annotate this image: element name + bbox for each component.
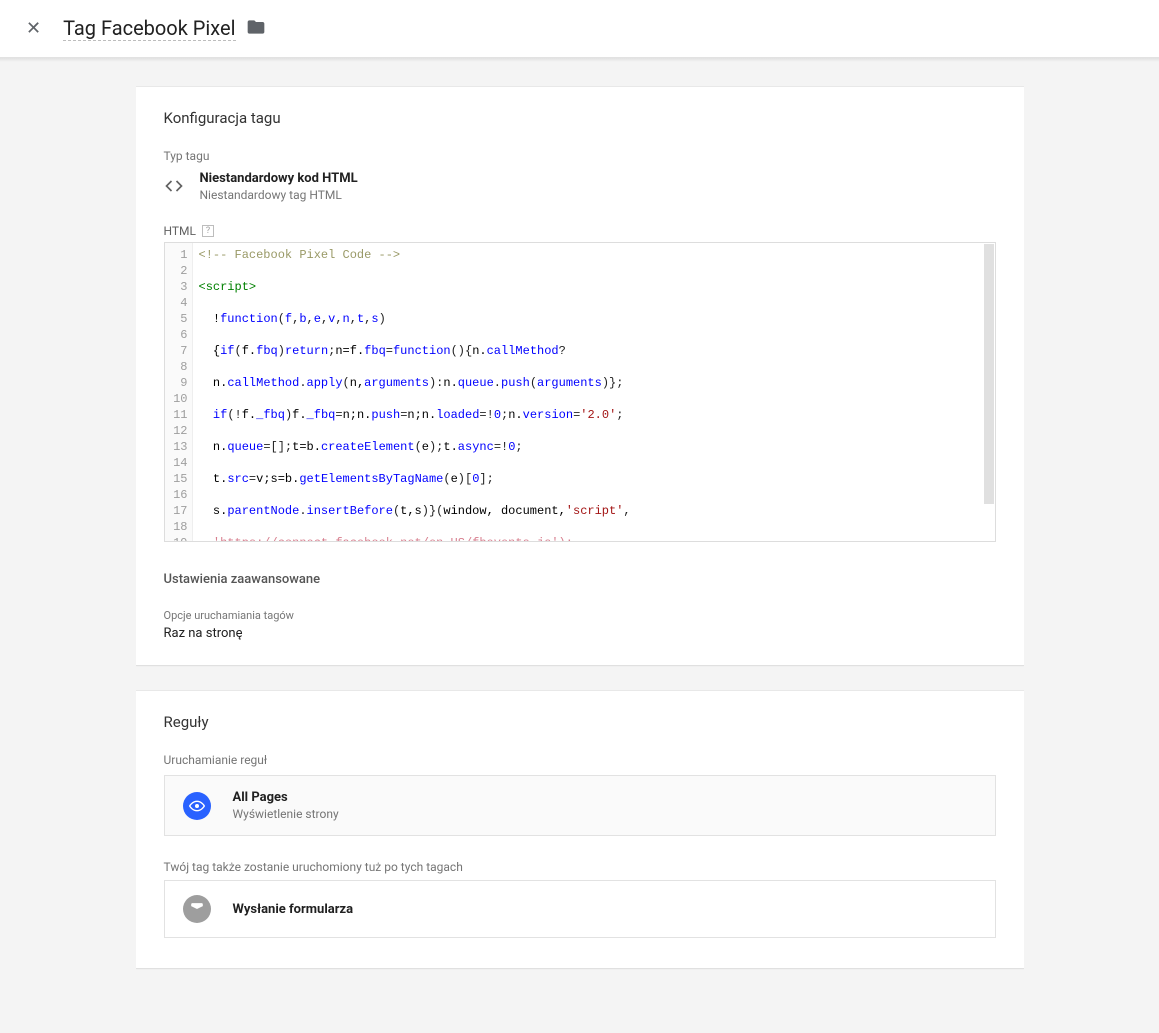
- tag-icon: [183, 895, 211, 923]
- scrollbar-thumb[interactable]: [984, 244, 994, 504]
- close-icon[interactable]: ✕: [18, 14, 49, 43]
- html-code-editor[interactable]: 12345678910111213141516171819 <!-- Faceb…: [164, 242, 996, 542]
- config-section-title: Konfiguracja tagu: [164, 109, 996, 127]
- trigger-row-all-pages[interactable]: All Pages Wyświetlenie strony: [164, 775, 996, 836]
- trigger-subtitle: Wyświetlenie strony: [233, 807, 339, 821]
- code-icon: [164, 174, 184, 200]
- tag-type-caption: Typ tagu: [164, 149, 996, 163]
- html-label-text: HTML: [164, 224, 197, 238]
- page-title[interactable]: Tag Facebook Pixel: [63, 16, 235, 41]
- rules-card[interactable]: Reguły Uruchamianie reguł All Pages Wyśw…: [136, 690, 1024, 969]
- rules-section-title: Reguły: [164, 713, 996, 731]
- fire-options-value: Raz na stronę: [164, 626, 996, 641]
- code-gutter: 12345678910111213141516171819: [165, 243, 193, 541]
- top-bar: ✕ Tag Facebook Pixel: [0, 0, 1159, 58]
- chain-note: Twój tag także zostanie uruchomiony tuż …: [164, 860, 996, 874]
- tag-type-title: Niestandardowy kod HTML: [200, 171, 358, 186]
- folder-icon[interactable]: [246, 17, 266, 41]
- html-label: HTML ?: [164, 224, 996, 238]
- advanced-settings-title[interactable]: Ustawienia zaawansowane: [164, 572, 996, 587]
- chain-row-form-submit[interactable]: Wysłanie formularza: [164, 880, 996, 938]
- code-body[interactable]: <!-- Facebook Pixel Code --> <script> !f…: [193, 243, 995, 541]
- triggers-caption: Uruchamianie reguł: [164, 753, 996, 767]
- eye-icon: [183, 792, 211, 820]
- chain-title: Wysłanie formularza: [233, 902, 354, 917]
- tag-type-row[interactable]: Niestandardowy kod HTML Niestandardowy t…: [164, 171, 996, 202]
- tag-config-card[interactable]: Konfiguracja tagu Typ tagu Niestandardow…: [136, 86, 1024, 666]
- trigger-title: All Pages: [233, 790, 339, 805]
- content: Konfiguracja tagu Typ tagu Niestandardow…: [0, 62, 1159, 1033]
- tag-type-subtitle: Niestandardowy tag HTML: [200, 188, 358, 202]
- help-icon[interactable]: ?: [202, 225, 214, 237]
- fire-options-caption: Opcje uruchamiania tagów: [164, 609, 996, 622]
